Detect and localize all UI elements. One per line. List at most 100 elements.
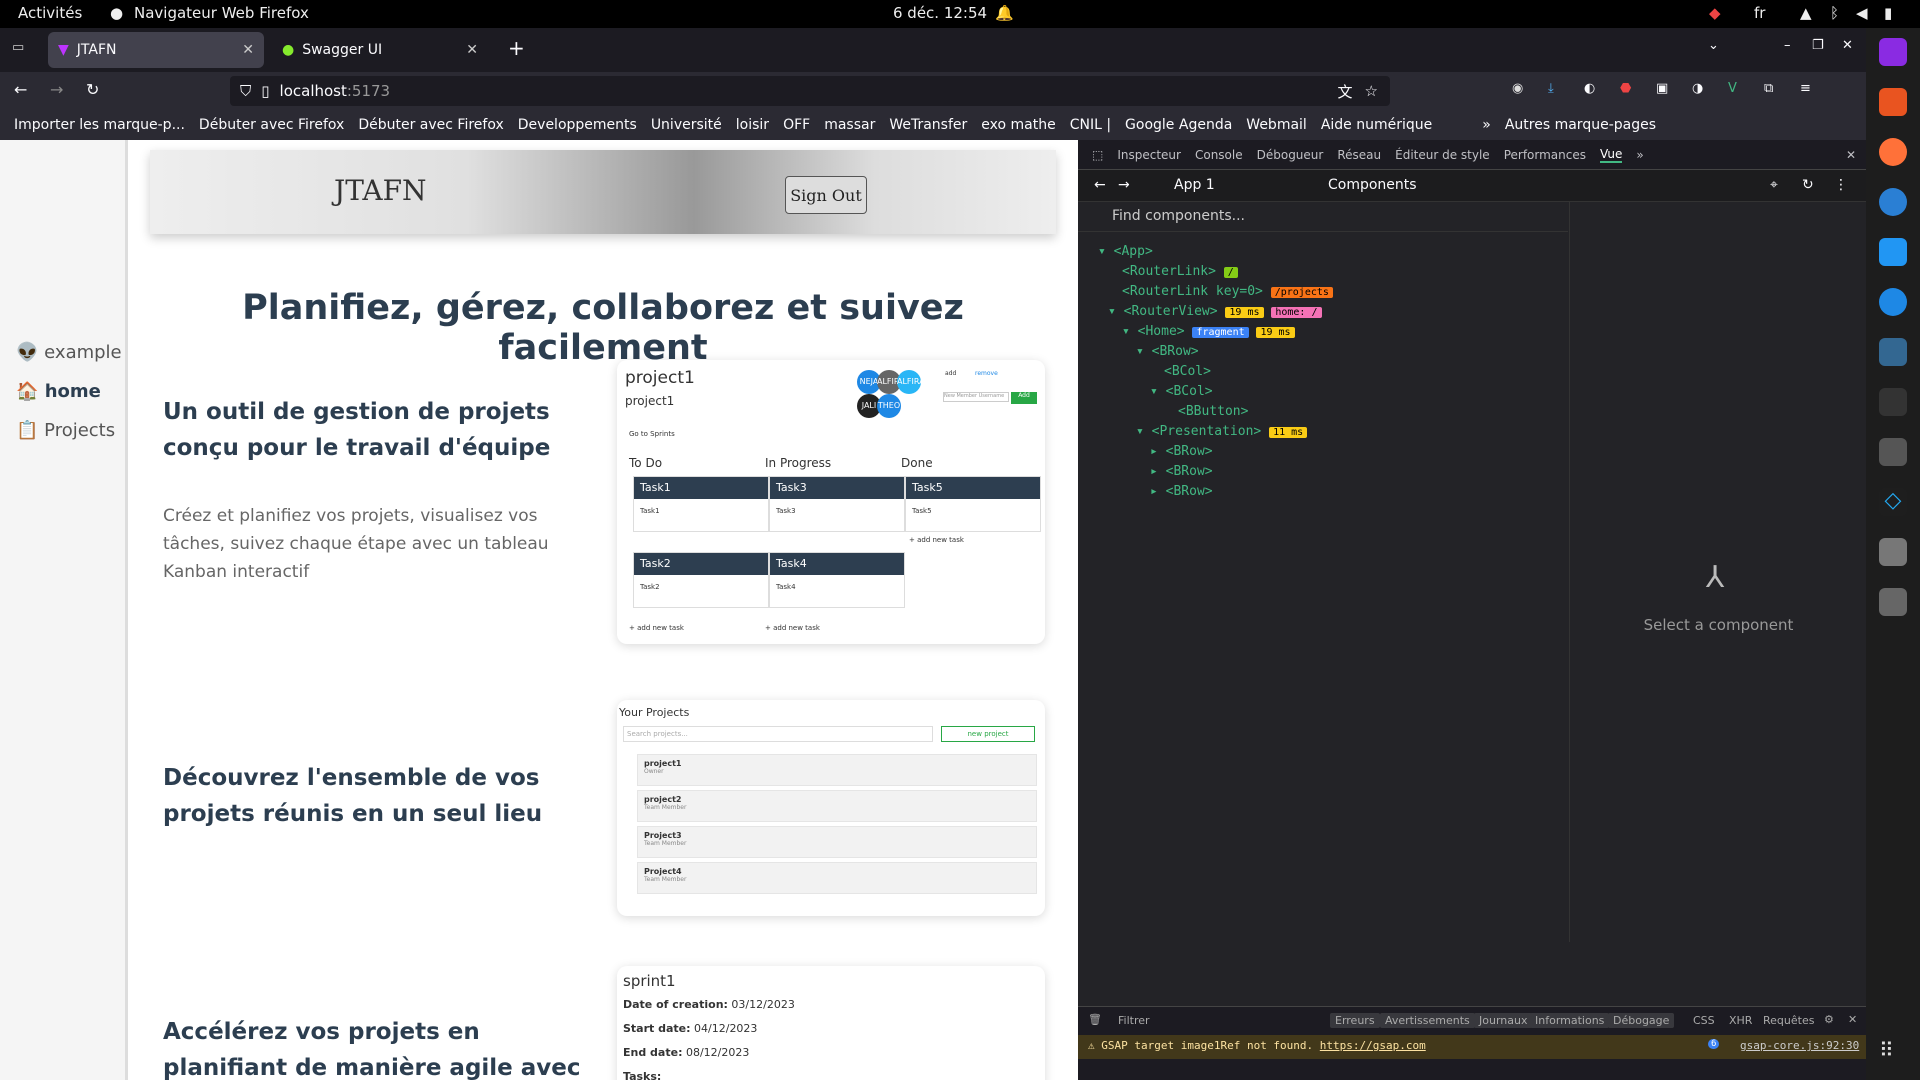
task-card[interactable]: Task4 Task4 xyxy=(769,552,905,608)
tab-reseau[interactable]: Réseau xyxy=(1337,148,1381,162)
files-icon[interactable] xyxy=(1879,438,1907,466)
tree-node[interactable]: <RouterLink> / xyxy=(1122,262,1238,283)
close-devtools-icon[interactable]: ✕ xyxy=(1846,148,1856,162)
add-member-button[interactable]: Add xyxy=(1011,392,1037,404)
star-icon[interactable]: ☆ xyxy=(1365,82,1378,100)
filter-logs[interactable]: Journaux xyxy=(1474,1013,1533,1028)
extension-icon[interactable]: ◑ xyxy=(1692,81,1703,96)
sign-out-button[interactable]: Sign Out xyxy=(785,176,867,214)
terminal-icon[interactable] xyxy=(1879,388,1907,416)
extensions-icon[interactable]: ⧉ xyxy=(1764,81,1773,96)
bookmark-item[interactable]: Google Agenda xyxy=(1125,117,1232,133)
add-member-tab[interactable]: add xyxy=(945,370,956,377)
picker-icon[interactable]: ⬚ xyxy=(1092,148,1103,162)
search-projects-input[interactable]: Search projects... xyxy=(623,726,933,742)
bluetooth-icon[interactable]: ᛒ xyxy=(1830,4,1839,22)
close-icon[interactable]: ✕ xyxy=(1848,1013,1857,1026)
reload-icon[interactable]: ↻ xyxy=(86,80,99,99)
components-selector[interactable]: Components xyxy=(1328,177,1417,193)
task-card[interactable]: Task2 Task2 xyxy=(633,552,769,608)
tree-node[interactable]: ▸ <BRow> xyxy=(1150,442,1213,462)
filter-requests[interactable]: Requêtes xyxy=(1758,1013,1819,1028)
bookmark-item[interactable]: WeTransfer xyxy=(889,117,967,133)
bookmark-folder[interactable]: Developpements xyxy=(518,117,637,133)
filter-input[interactable]: Filtrer xyxy=(1118,1014,1150,1027)
tab-jtafn[interactable]: ▼ JTAFN ✕ xyxy=(48,32,264,68)
app-name[interactable]: Navigateur Web Firefox xyxy=(134,4,309,22)
tab-style[interactable]: Éditeur de style xyxy=(1395,148,1490,162)
wifi-icon[interactable]: ▲ xyxy=(1800,4,1812,22)
filter-css[interactable]: CSS xyxy=(1688,1013,1720,1028)
chevron-right-icon[interactable]: » xyxy=(1482,117,1491,133)
postgres-icon[interactable] xyxy=(1879,338,1907,366)
tree-node[interactable]: ▾ <BRow> xyxy=(1136,342,1199,362)
task-card[interactable]: Task3 Task3 xyxy=(769,476,905,532)
new-tab-icon[interactable]: + xyxy=(508,36,525,60)
trash-icon[interactable] xyxy=(1879,588,1907,616)
bookmark-folder[interactable]: loisir xyxy=(736,117,769,133)
software-icon[interactable] xyxy=(1879,88,1907,116)
task-card[interactable]: Task1 Task1 xyxy=(633,476,769,532)
tree-node[interactable]: ▾ <BCol> xyxy=(1150,382,1213,402)
tray-app-icon[interactable]: ◆ xyxy=(1709,4,1721,22)
app-grid-icon[interactable]: ⠿ xyxy=(1879,1038,1907,1066)
tab-vue[interactable]: Vue xyxy=(1600,147,1623,163)
remove-member-tab[interactable]: remove xyxy=(975,370,998,377)
phpstorm-icon[interactable] xyxy=(1879,38,1907,66)
firefox-icon[interactable] xyxy=(1879,138,1907,166)
bookmark-item[interactable]: CNIL | xyxy=(1070,117,1111,133)
tree-node[interactable]: ▾ <App> xyxy=(1098,242,1153,262)
filter-warnings[interactable]: Avertissements xyxy=(1380,1013,1475,1028)
filter-errors[interactable]: Erreurs xyxy=(1330,1013,1380,1028)
tab-debogueur[interactable]: Débogueur xyxy=(1257,148,1324,162)
extension-icon[interactable]: ◐ xyxy=(1584,81,1595,96)
trash-icon[interactable]: 🗑 xyxy=(1088,1013,1102,1026)
bookmark-item[interactable]: Aide numérique xyxy=(1321,117,1432,133)
bookmark-folder-other[interactable]: Autres marque-pages xyxy=(1505,117,1656,133)
tree-node[interactable]: <RouterLink key=0> /projects xyxy=(1122,282,1333,303)
filter-debug[interactable]: Débogage xyxy=(1608,1013,1675,1028)
find-components-input[interactable]: Find components... xyxy=(1078,202,1568,232)
download-icon[interactable]: ⤓ xyxy=(1548,81,1554,96)
forward-icon[interactable]: → xyxy=(50,80,63,99)
vue-devtools-icon[interactable]: V xyxy=(1728,81,1737,96)
add-task-link[interactable]: + add new task xyxy=(765,624,820,632)
member-username-input[interactable]: New Member Username xyxy=(943,392,1009,402)
project-row[interactable]: Project4 Team Member xyxy=(637,862,1037,894)
bookmark-item[interactable]: Importer les marque-p... xyxy=(14,117,185,133)
tree-node[interactable]: ▸ <BRow> xyxy=(1150,482,1213,502)
battery-icon[interactable]: ▮ xyxy=(1884,4,1892,22)
new-project-button[interactable]: new project xyxy=(941,726,1035,742)
keyboard-lang[interactable]: fr xyxy=(1754,4,1765,22)
hamburger-menu-icon[interactable]: ≡ xyxy=(1800,81,1811,96)
target-icon[interactable]: ⌖ xyxy=(1770,177,1778,193)
brand[interactable]: JTAFN xyxy=(334,174,427,207)
add-task-link[interactable]: + add new task xyxy=(909,536,964,544)
tree-node[interactable]: ▾ <Presentation> 11 ms xyxy=(1136,422,1308,443)
extension-icon[interactable]: ▣ xyxy=(1656,81,1668,96)
app-selector[interactable]: App 1 xyxy=(1174,177,1215,193)
pocket-icon[interactable]: ◉ xyxy=(1512,81,1523,96)
help-icon[interactable] xyxy=(1879,288,1907,316)
tree-node[interactable]: <BButton> xyxy=(1178,402,1248,422)
forward-icon[interactable]: → xyxy=(1118,177,1130,193)
tree-node[interactable]: ▾ <RouterView> 19 ms home: / xyxy=(1108,302,1322,323)
bookmark-item[interactable]: exo mathe xyxy=(981,117,1055,133)
clock[interactable]: 6 déc. 12:54 xyxy=(893,4,987,22)
project-row[interactable]: Project3 Team Member xyxy=(637,826,1037,858)
filter-info[interactable]: Informations xyxy=(1530,1013,1610,1028)
go-to-sprints-link[interactable]: Go to Sprints xyxy=(629,430,675,438)
more-icon[interactable]: ⋮ xyxy=(1834,177,1848,193)
bookmark-folder[interactable]: massar xyxy=(824,117,875,133)
tab-performances[interactable]: Performances xyxy=(1504,148,1586,162)
add-task-link[interactable]: + add new task xyxy=(629,624,684,632)
restore-icon[interactable]: ❐ xyxy=(1812,38,1824,53)
back-icon[interactable]: ← xyxy=(1094,177,1106,193)
bookmark-item[interactable]: Débuter avec Firefox xyxy=(358,117,503,133)
bookmark-item[interactable]: Webmail xyxy=(1246,117,1307,133)
volume-icon[interactable]: ◀ xyxy=(1856,4,1868,22)
gear-icon[interactable]: ⚙ xyxy=(1824,1013,1834,1026)
activities-button[interactable]: Activités xyxy=(18,4,82,22)
tab-console[interactable]: Console xyxy=(1195,148,1243,162)
minimize-icon[interactable]: – xyxy=(1784,38,1791,53)
